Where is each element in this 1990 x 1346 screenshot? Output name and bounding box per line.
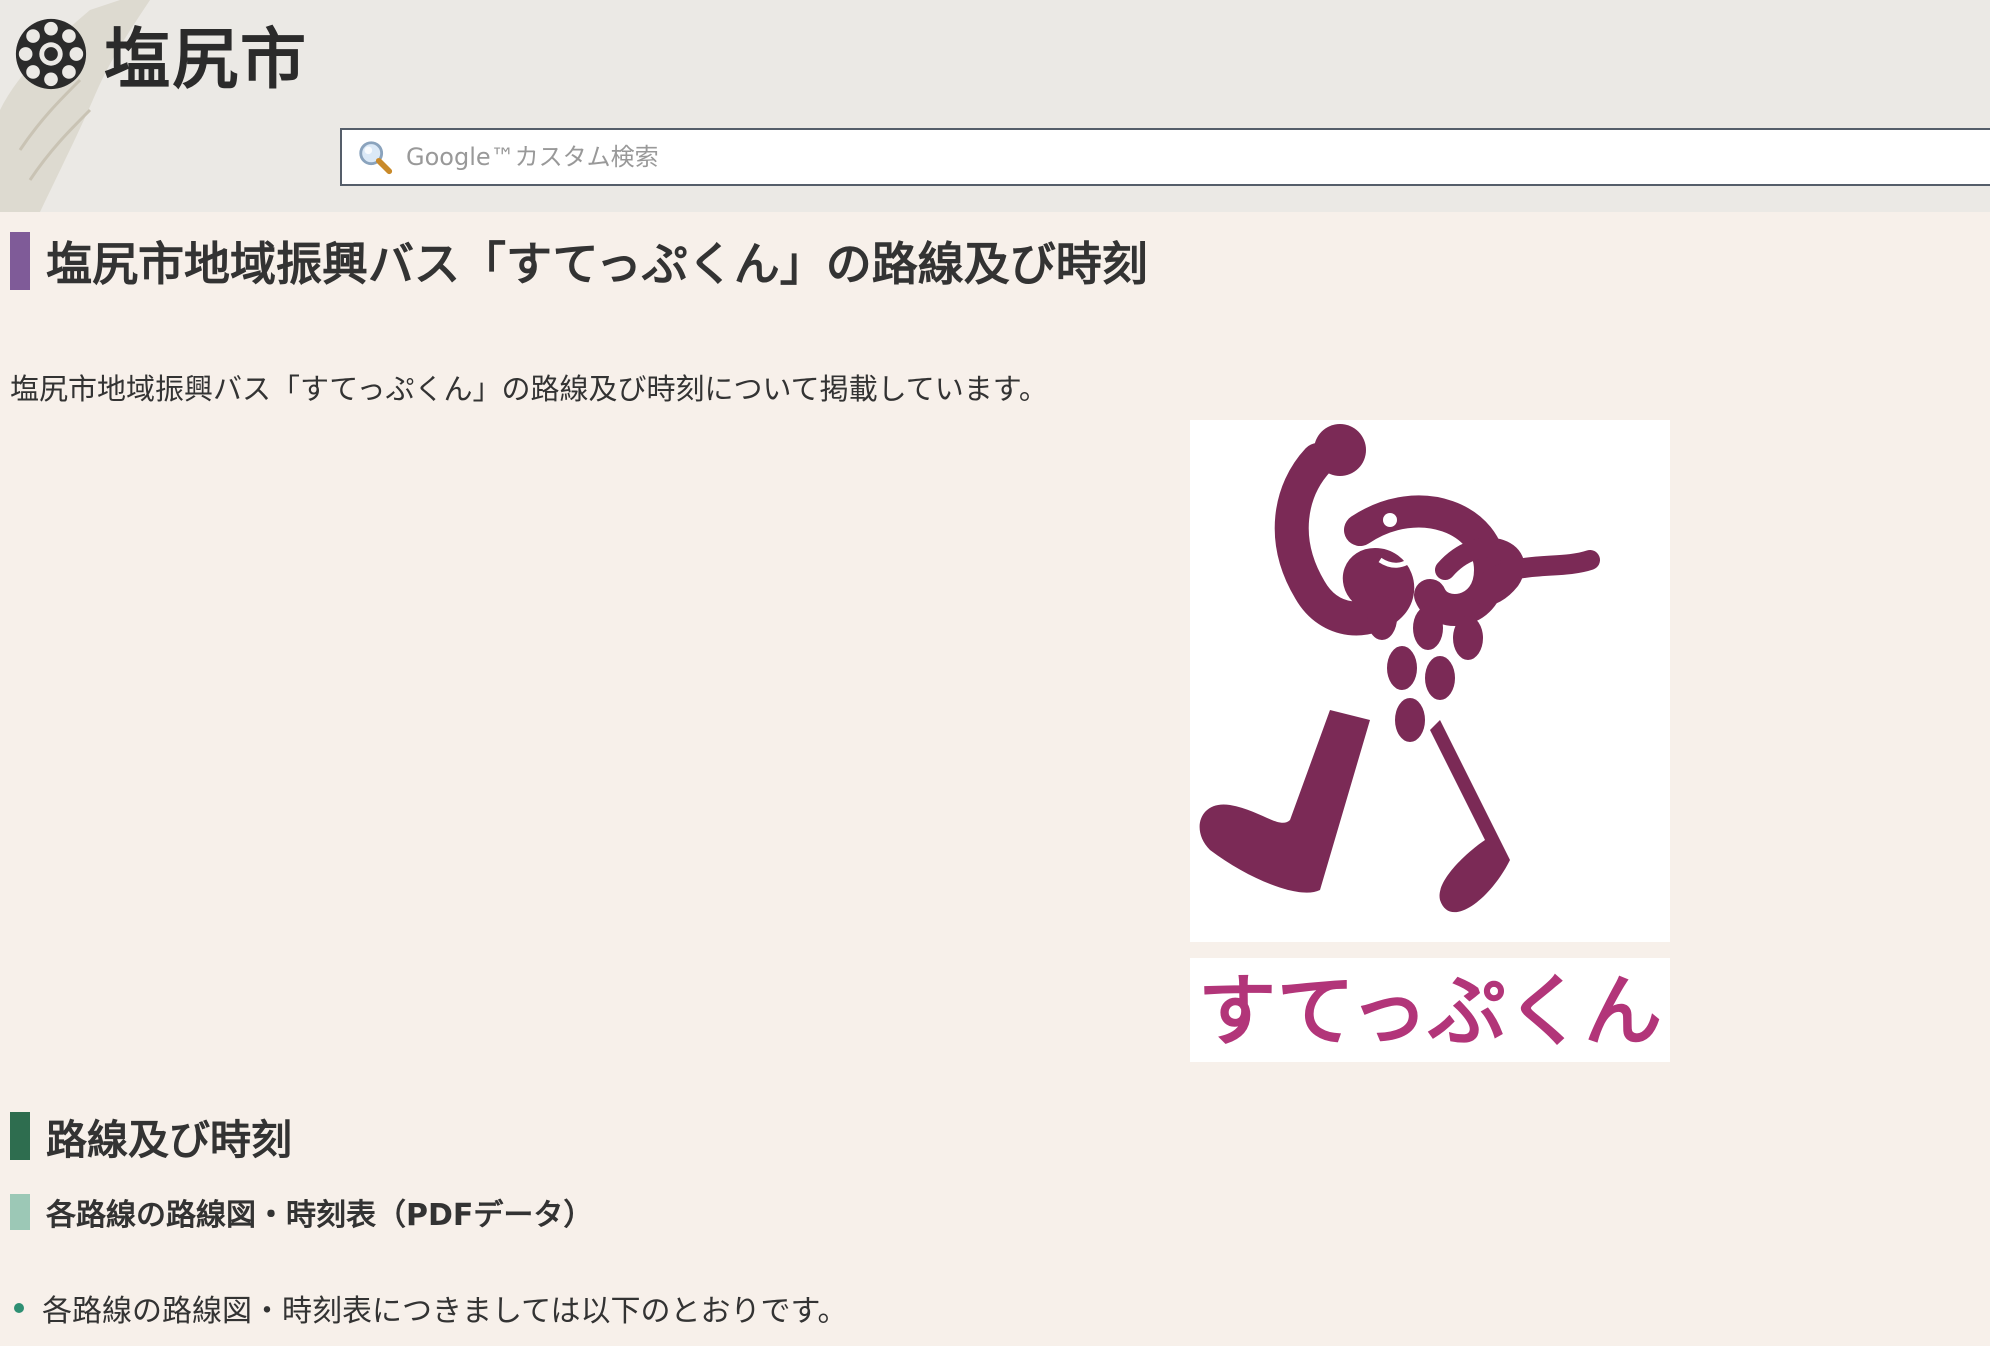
list-item: 各路線の路線図・時刻表につきましては以下のとおりです。 [14,1286,848,1330]
section-accent-bar [10,1112,30,1160]
subsection-accent-bar [10,1194,30,1230]
title-accent-bar [10,232,30,290]
subsection-heading: 各路線の路線図・時刻表（PDFデータ） [10,1194,593,1233]
site-search[interactable] [340,128,1990,186]
mascot-name-image: すてっぷくん [1190,958,1670,1062]
bullet-icon [14,1303,24,1313]
subsection-heading-text: 各路線の路線図・時刻表（PDFデータ） [46,1198,594,1233]
intro-text: 塩尻市地域振興バス「すてっぷくん」の路線及び時刻について掲載しています。 [10,372,1048,406]
content-list: 各路線の路線図・時刻表につきましては以下のとおりです。 [14,1286,848,1330]
section-heading: 路線及び時刻 [10,1112,292,1164]
search-icon [359,141,393,175]
list-item-text: 各路線の路線図・時刻表につきましては以下のとおりです。 [42,1294,848,1329]
mascot-character-image [1190,420,1670,942]
site-logo-text: 塩尻市 [104,20,308,98]
page-title-text: 塩尻市地域振興バス「すてっぷくん」の路線及び時刻 [46,237,1148,291]
city-emblem-icon [15,18,87,90]
mascot-name-text: すてっぷくん [1198,967,1662,1057]
site-header: 塩尻市 [0,0,1990,212]
mascot-figure: すてっぷくん [1190,420,1670,1062]
page-title: 塩尻市地域振興バス「すてっぷくん」の路線及び時刻 [10,232,1148,291]
search-input[interactable] [406,132,1990,182]
site-logo[interactable]: 塩尻市 [12,14,308,98]
section-heading-text: 路線及び時刻 [46,1116,292,1164]
